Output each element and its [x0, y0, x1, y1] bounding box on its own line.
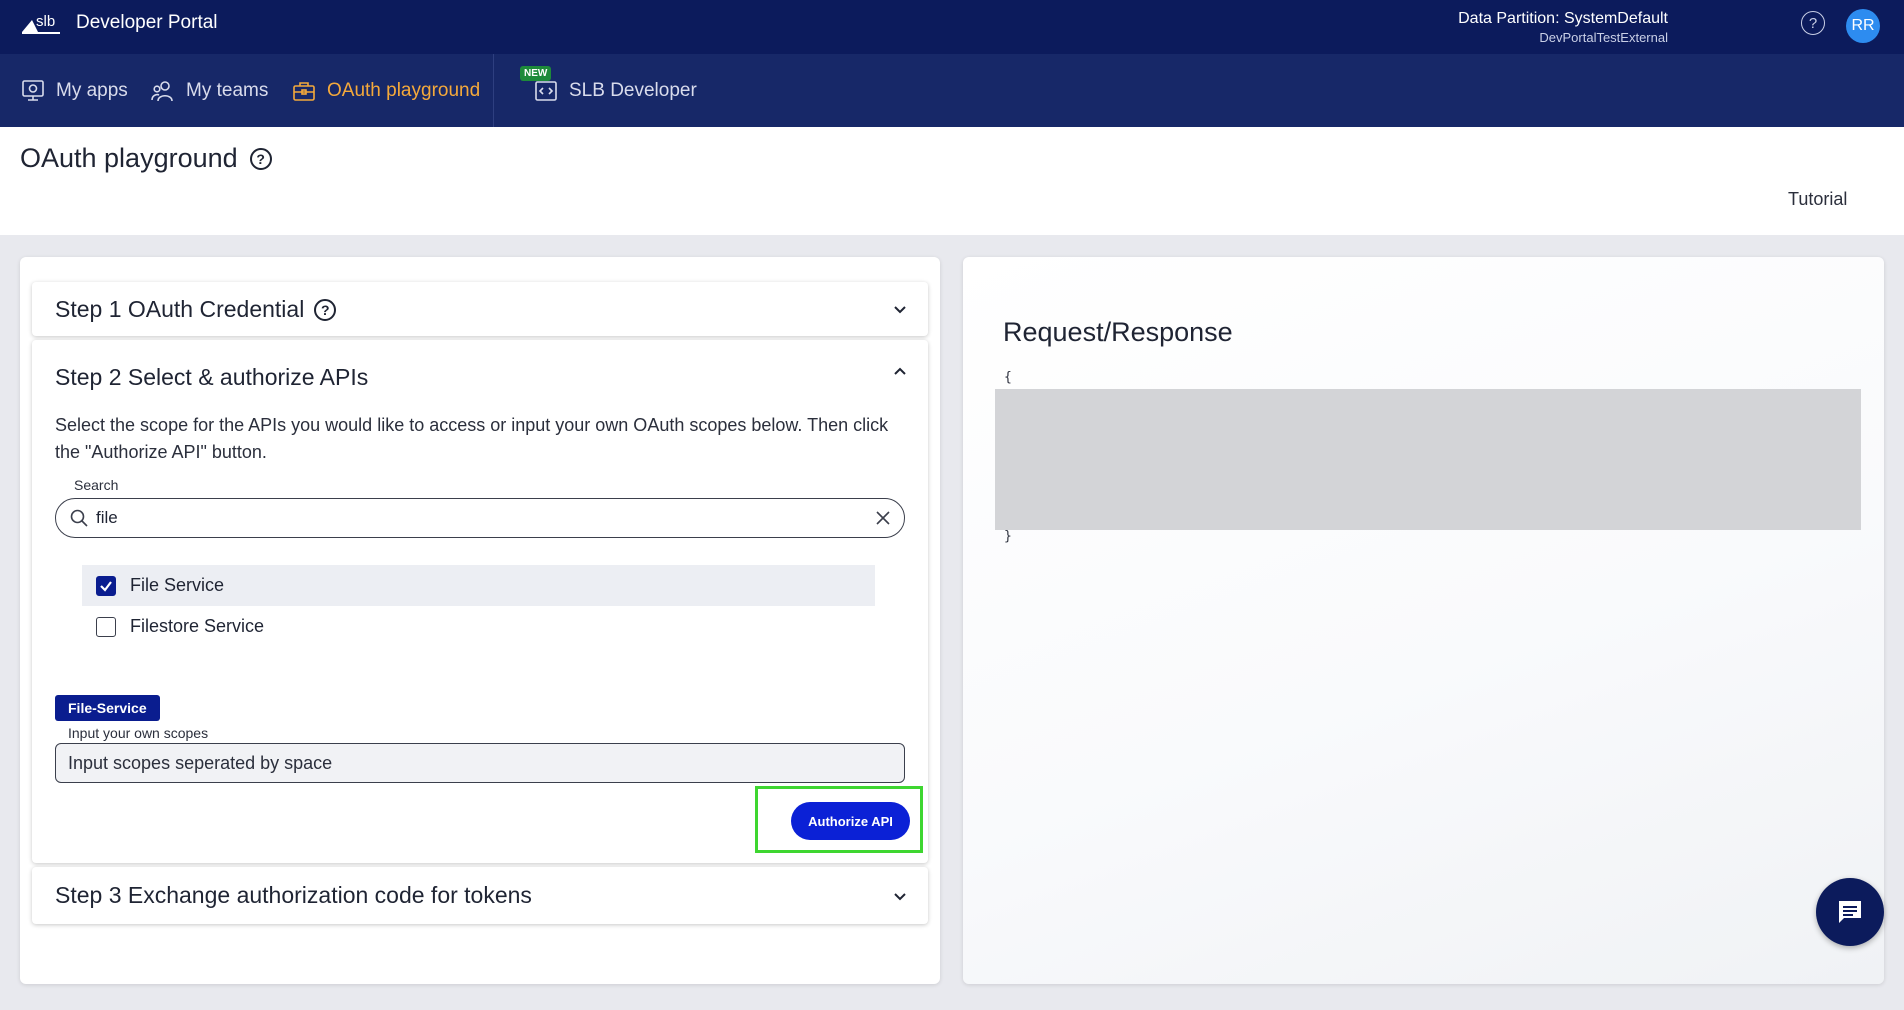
- scopes-input[interactable]: [68, 750, 888, 776]
- nav-label: My teams: [186, 79, 269, 101]
- partition-sub: DevPortalTestExternal: [1539, 30, 1668, 45]
- selected-scope-tag[interactable]: File-Service: [55, 695, 160, 721]
- close-brace: }: [1004, 529, 1012, 544]
- chat-icon: [1839, 901, 1861, 923]
- nav-label: SLB Developer: [569, 79, 697, 101]
- checkbox-unchecked[interactable]: [96, 616, 116, 637]
- search-input[interactable]: [96, 505, 856, 531]
- open-brace: {: [1004, 370, 1012, 385]
- checkmark-icon: [100, 580, 112, 592]
- checkbox-checked[interactable]: [96, 575, 116, 596]
- step1-title-text: Step 1 OAuth Credential: [55, 296, 305, 322]
- code-window-icon: [535, 80, 557, 101]
- scope-option-file-service[interactable]: File Service: [82, 565, 875, 606]
- tutorial-link[interactable]: Tutorial: [1788, 189, 1847, 210]
- svg-text:slb: slb: [36, 13, 55, 30]
- nav-item-slb-developer[interactable]: SLB Developer: [533, 54, 697, 127]
- step2-description: Select the scope for the APIs you would …: [55, 415, 889, 462]
- step1-help-icon[interactable]: ?: [314, 298, 337, 321]
- nav-item-oauth-playground[interactable]: OAuth playground: [291, 54, 480, 127]
- step1-title: Step 1 OAuth Credential ?: [55, 296, 337, 323]
- scopes-field: [55, 743, 905, 783]
- partition-label: Data Partition: SystemDefault: [1458, 10, 1668, 27]
- option-label: File Service: [130, 575, 225, 595]
- step3-title: Step 3 Exchange authorization code for t…: [55, 882, 532, 908]
- chevron-up-icon[interactable]: [892, 363, 908, 379]
- nav-label: OAuth playground: [327, 79, 481, 101]
- request-response-title: Request/Response: [1003, 317, 1233, 347]
- search-label: Search: [74, 477, 119, 493]
- scopes-label: Input your own scopes: [68, 725, 209, 741]
- nav-divider: [493, 54, 494, 127]
- my-teams-icon: [151, 80, 173, 101]
- step3-card[interactable]: Step 3 Exchange authorization code for t…: [32, 867, 928, 924]
- help-icon[interactable]: ?: [1801, 11, 1825, 35]
- search-icon: [70, 509, 88, 527]
- search-box: [55, 498, 905, 538]
- top-bar: slb Developer Portal Data Partition: Sys…: [0, 0, 1904, 54]
- main-nav: My apps My teams OAuth playground NEW SL…: [0, 54, 1904, 127]
- option-label: Filestore Service: [130, 616, 265, 636]
- chat-button[interactable]: [1816, 878, 1884, 946]
- slb-logo-icon: slb: [22, 13, 60, 34]
- chevron-down-icon[interactable]: [892, 301, 908, 317]
- nav-item-my-teams[interactable]: My teams: [150, 54, 268, 127]
- clear-search-icon[interactable]: [874, 509, 892, 527]
- page-help-icon[interactable]: ?: [249, 147, 272, 170]
- step1-card[interactable]: Step 1 OAuth Credential ?: [32, 282, 928, 336]
- response-code-block: [995, 389, 1861, 530]
- avatar[interactable]: RR: [1846, 9, 1880, 43]
- step2-card: Step 2 Select & authorize APIs Select th…: [32, 340, 928, 863]
- authorize-api-button[interactable]: Authorize API: [791, 802, 910, 840]
- chevron-down-icon[interactable]: [892, 888, 908, 904]
- data-partition: Data Partition: SystemDefault DevPortalT…: [1458, 10, 1668, 45]
- brand[interactable]: slb Developer Portal: [20, 10, 218, 36]
- scope-option-filestore-service[interactable]: Filestore Service: [82, 606, 875, 647]
- steps-panel: Step 1 OAuth Credential ? Step 2 Select …: [20, 257, 940, 984]
- page-title-text: OAuth playground: [20, 143, 238, 173]
- authorize-highlight: Authorize API: [755, 786, 923, 853]
- step2-title: Step 2 Select & authorize APIs: [55, 364, 369, 390]
- page-header: OAuth playground ? Tutorial: [0, 127, 1904, 235]
- nav-item-my-apps[interactable]: My apps: [20, 54, 128, 127]
- nav-label: My apps: [56, 79, 128, 101]
- my-apps-icon: [22, 79, 44, 101]
- page-title: OAuth playground ?: [20, 143, 272, 174]
- briefcase-icon: [293, 81, 315, 101]
- request-response-panel: Request/Response { }: [963, 257, 1884, 984]
- app-title: Developer Portal: [76, 12, 218, 33]
